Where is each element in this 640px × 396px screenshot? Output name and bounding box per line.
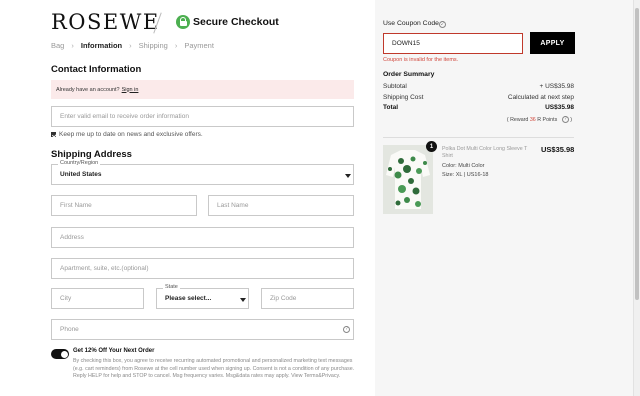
coupon-error-message: Coupon is invalid for the items. (383, 57, 459, 63)
reward-suffix: R Points (537, 116, 558, 123)
product-image (383, 145, 433, 214)
cart-item-color: Color: Multi Color (442, 163, 485, 169)
account-notice: Already have an account? Sign in (51, 80, 354, 99)
phone-field[interactable]: Phone (51, 319, 354, 340)
country-label: Country/Region (58, 160, 101, 166)
dropdown-caret-icon (240, 298, 246, 302)
chevron-right-icon: › (174, 41, 178, 50)
first-name-field[interactable]: First Name (51, 195, 197, 216)
brand-logo[interactable]: ROSEWE (51, 10, 160, 34)
lock-icon (176, 15, 190, 29)
email-field[interactable]: Enter valid email to receive order infor… (51, 106, 354, 127)
newsletter-checkbox[interactable] (51, 132, 56, 137)
total-row: Total US$35.98 (383, 104, 574, 111)
summary-divider (383, 137, 574, 138)
apartment-field[interactable]: Apartment, suite, etc.(optional) (51, 258, 354, 279)
scrollbar-thumb[interactable] (635, 8, 639, 300)
help-icon[interactable]: ? (561, 116, 569, 123)
breadcrumb-shipping: Shipping (138, 41, 168, 50)
state-label: State (163, 284, 180, 290)
shipping-heading: Shipping Address (51, 149, 132, 160)
sms-offer-toggle[interactable] (51, 349, 69, 359)
help-icon[interactable]: ? (439, 21, 446, 28)
help-icon[interactable]: ? (343, 326, 350, 333)
state-value: Please select... (165, 295, 212, 302)
reward-points-value: 36 (529, 116, 536, 123)
cart-item-name[interactable]: Polka Dot Multi Color Long Sleeve T Shir… (442, 146, 534, 160)
coupon-input[interactable]: DOWN15 (383, 33, 523, 54)
breadcrumb: Bag › Information › Shipping › Payment (51, 41, 214, 50)
coupon-label: Use Coupon Code : (383, 20, 443, 27)
reward-points: ( Reward 36 R Points ? ) (506, 116, 572, 123)
signin-link[interactable]: Sign in (122, 87, 139, 93)
contact-heading: Contact Information (51, 64, 142, 75)
page-title: Secure Checkout (193, 16, 279, 28)
subtotal-value: + US$35.98 (539, 83, 574, 90)
breadcrumb-bag[interactable]: Bag (51, 41, 64, 50)
address-field[interactable]: Address (51, 227, 354, 248)
product-thumbnail[interactable] (383, 145, 433, 214)
chevron-right-icon: › (129, 41, 132, 50)
newsletter-label: Keep me up to date on news and exclusive… (59, 131, 203, 138)
sms-offer-disclaimer: By checking this box, you agree to recei… (73, 358, 355, 379)
subtotal-row: Subtotal + US$35.98 (383, 83, 574, 90)
shipping-cost-value: Calculated at next step (507, 94, 574, 101)
shipping-cost-row: Shipping Cost Calculated at next step (383, 94, 574, 101)
shipping-cost-label: Shipping Cost (383, 94, 424, 101)
total-label: Total (383, 104, 399, 111)
apply-coupon-button[interactable]: APPLY (530, 32, 575, 54)
cart-item-size: Size: XL | US16-18 (442, 172, 489, 178)
dropdown-caret-icon (345, 174, 351, 178)
breadcrumb-information: Information (80, 41, 123, 50)
city-field[interactable]: City (51, 288, 144, 309)
breadcrumb-payment: Payment (184, 41, 214, 50)
checkout-form-panel: ROSEWE Secure Checkout Bag › Information… (0, 0, 375, 396)
quantity-badge: 1 (426, 141, 437, 152)
chevron-right-icon: › (71, 41, 74, 50)
last-name-field[interactable]: Last Name (208, 195, 354, 216)
country-select[interactable]: United States (51, 164, 354, 185)
reward-prefix: ( Reward (506, 116, 529, 123)
country-value: United States (60, 171, 102, 178)
sms-offer-title: Get 12% Off Your Next Order (73, 348, 155, 354)
subtotal-label: Subtotal (383, 83, 407, 90)
page-scrollbar[interactable] (633, 0, 640, 396)
state-select[interactable]: Please select... (156, 288, 249, 309)
cart-item-price: US$35.98 (541, 145, 575, 154)
zip-field[interactable]: Zip Code (261, 288, 354, 309)
account-prompt: Already have an account? (56, 86, 120, 93)
order-summary-heading: Order Summary (383, 71, 435, 78)
total-value: US$35.98 (545, 104, 574, 111)
